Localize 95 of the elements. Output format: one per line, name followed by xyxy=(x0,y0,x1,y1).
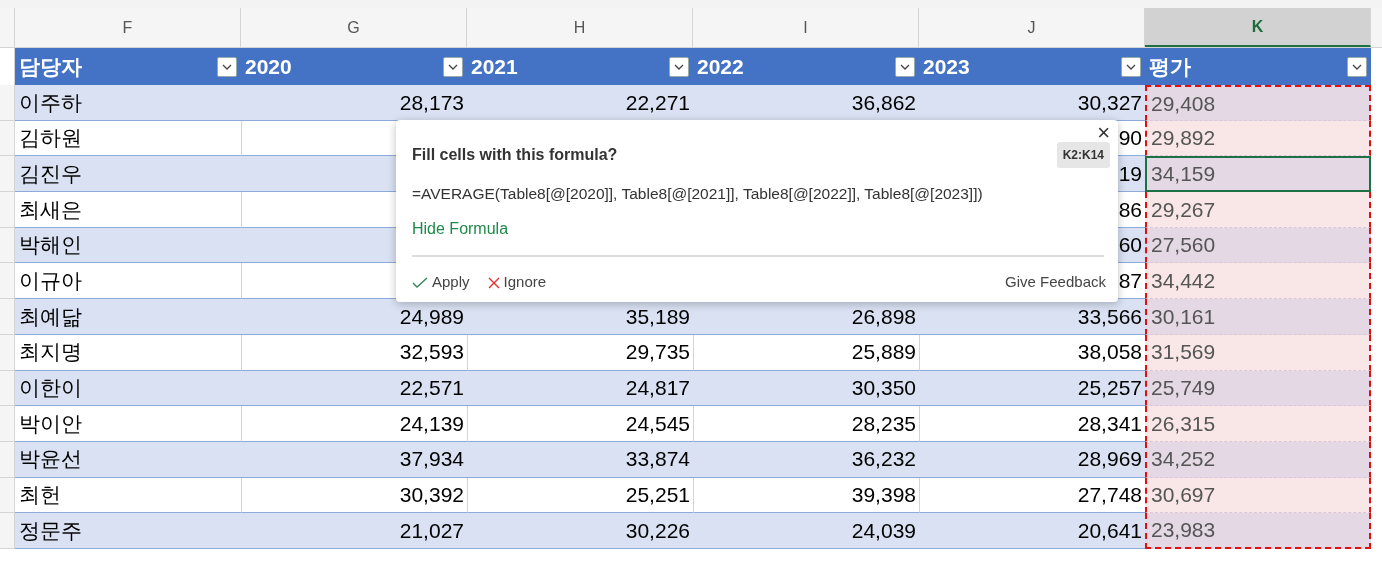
table-cell: 이한이 xyxy=(15,370,241,407)
table-cell: 34,442 xyxy=(1145,263,1371,300)
table-cell: 24,989 xyxy=(241,299,467,335)
table-cell: 30,697 xyxy=(1145,477,1371,514)
table-cell: 25,749 xyxy=(1145,370,1371,407)
chevron-down-icon xyxy=(674,63,684,70)
column-header[interactable]: F xyxy=(15,8,241,47)
row-header[interactable] xyxy=(0,370,15,407)
row-header[interactable] xyxy=(0,513,15,549)
table-cell: 최예닮 xyxy=(15,299,241,335)
table-header-label: 2022 xyxy=(697,53,744,80)
table-cell: 24,817 xyxy=(467,370,693,407)
table-header-label: 담당자 xyxy=(19,53,82,80)
table-cell: 24,545 xyxy=(467,406,693,442)
ignore-button[interactable]: Ignore xyxy=(487,271,547,294)
table-cell: 박윤선 xyxy=(15,441,241,478)
table-cell: 30,327 xyxy=(919,85,1145,121)
row-header[interactable] xyxy=(0,441,15,478)
row-header[interactable] xyxy=(0,477,15,514)
table-cell: 24,039 xyxy=(693,513,919,549)
filter-dropdown-button[interactable] xyxy=(669,56,689,77)
table-cell: 33,566 xyxy=(919,299,1145,335)
table-cell: 28,341 xyxy=(919,406,1145,442)
table-cell: 36,232 xyxy=(693,441,919,478)
row-header[interactable] xyxy=(0,85,15,121)
close-icon xyxy=(487,276,500,289)
table-cell: 34,252 xyxy=(1145,441,1371,478)
table-cell: 김진우 xyxy=(15,156,241,193)
table-cell: 29,267 xyxy=(1145,192,1371,228)
range-badge: K2:K14 xyxy=(1056,142,1110,168)
filter-dropdown-button[interactable] xyxy=(1347,56,1367,77)
row-header[interactable] xyxy=(0,299,15,335)
table-cell: 27,560 xyxy=(1145,227,1371,264)
table-cell: 29,892 xyxy=(1145,120,1371,157)
table-cell: 이주하 xyxy=(15,85,241,121)
apply-button[interactable]: Apply xyxy=(412,271,470,294)
row-header[interactable] xyxy=(0,334,15,371)
table-cell: 29,735 xyxy=(467,334,693,371)
table-cell: 20,641 xyxy=(919,513,1145,549)
table-cell: 23,983 xyxy=(1145,513,1371,549)
table-cell: 30,392 xyxy=(241,477,467,514)
table-cell: 26,315 xyxy=(1145,406,1371,442)
table-cell: 22,571 xyxy=(241,370,467,407)
hide-formula-link[interactable]: Hide Formula xyxy=(412,217,509,242)
table-cell: 36,862 xyxy=(693,85,919,121)
row-header[interactable] xyxy=(0,192,15,228)
table-cell: 28,969 xyxy=(919,441,1145,478)
table-header-label: 평가 xyxy=(1149,53,1191,80)
table-cell: 25,889 xyxy=(693,334,919,371)
chevron-down-icon xyxy=(448,63,458,70)
table-cell: 30,226 xyxy=(467,513,693,549)
table-cell: 32,593 xyxy=(241,334,467,371)
table-cell: 31,569 xyxy=(1145,334,1371,371)
table-cell: 24,139 xyxy=(241,406,467,442)
table-header-label: 2021 xyxy=(471,53,518,80)
row-header[interactable] xyxy=(0,120,15,157)
table-header-label: 2020 xyxy=(245,53,292,80)
column-header[interactable]: G xyxy=(241,8,467,47)
column-header[interactable]: I xyxy=(693,8,919,47)
row-header[interactable] xyxy=(0,156,15,193)
table-cell: 38,058 xyxy=(919,334,1145,371)
table-cell: 39,398 xyxy=(693,477,919,514)
table-cell: 28,235 xyxy=(693,406,919,442)
column-header[interactable]: H xyxy=(467,8,693,47)
filter-dropdown-button[interactable] xyxy=(895,56,915,77)
table-cell: 33,874 xyxy=(467,441,693,478)
table-cell: 21,027 xyxy=(241,513,467,549)
popup-title: Fill cells with this formula? xyxy=(412,145,618,165)
table-cell: 29,408 xyxy=(1145,85,1371,121)
table-cell: 정문주 xyxy=(15,513,241,549)
chevron-down-icon xyxy=(222,63,232,70)
table-cell: 30,350 xyxy=(693,370,919,407)
close-button[interactable]: × xyxy=(1097,122,1110,144)
filter-dropdown-button[interactable] xyxy=(443,56,463,77)
row-header[interactable] xyxy=(0,263,15,300)
feedback-link[interactable]: Give Feedback xyxy=(1005,271,1106,294)
filter-dropdown-button[interactable] xyxy=(217,56,237,77)
chevron-down-icon xyxy=(900,63,910,70)
check-icon xyxy=(412,276,428,289)
row-header[interactable] xyxy=(0,227,15,264)
table-cell: 박해인 xyxy=(15,227,241,264)
table-cell: 28,173 xyxy=(241,85,467,121)
row-header[interactable] xyxy=(0,406,15,442)
chevron-down-icon xyxy=(1126,63,1136,70)
table-header-label: 2023 xyxy=(923,53,970,80)
table-cell: 25,251 xyxy=(467,477,693,514)
chevron-down-icon xyxy=(1352,63,1362,70)
table-cell: 25,257 xyxy=(919,370,1145,407)
table-cell: 30,161 xyxy=(1145,299,1371,335)
filter-dropdown-button[interactable] xyxy=(1121,56,1141,77)
table-cell: 37,934 xyxy=(241,441,467,478)
table-cell: 34,159 xyxy=(1145,156,1371,193)
column-header[interactable]: K xyxy=(1145,8,1371,47)
table-cell: 27,748 xyxy=(919,477,1145,514)
table-cell: 22,271 xyxy=(467,85,693,121)
